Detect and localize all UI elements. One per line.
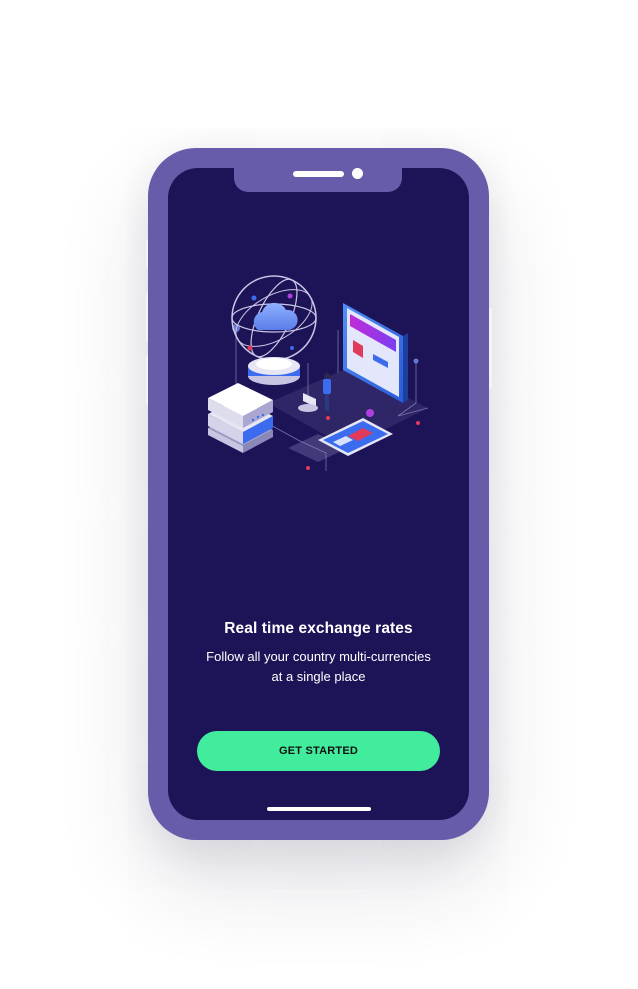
phone-notch [234,168,402,192]
network-illustration [208,275,429,471]
home-indicator[interactable] [267,807,371,811]
mockup-stage: Real time exchange rates Follow all your… [0,0,638,989]
subtitle-line-1: Follow all your country multi-currencies [206,649,431,664]
onboarding-screen: Real time exchange rates Follow all your… [168,168,469,820]
get-started-button[interactable]: GET STARTED [197,731,440,771]
subtitle-line-2: at a single place [271,669,366,684]
server-stack [208,383,273,453]
cloud-globe [231,275,317,361]
globe-pedestal [248,357,300,385]
onboarding-subtitle: Follow all your country multi-currencies… [188,647,449,687]
speaker-grille [293,171,344,177]
onboarding-title: Real time exchange rates [224,620,413,637]
front-camera [352,168,363,179]
